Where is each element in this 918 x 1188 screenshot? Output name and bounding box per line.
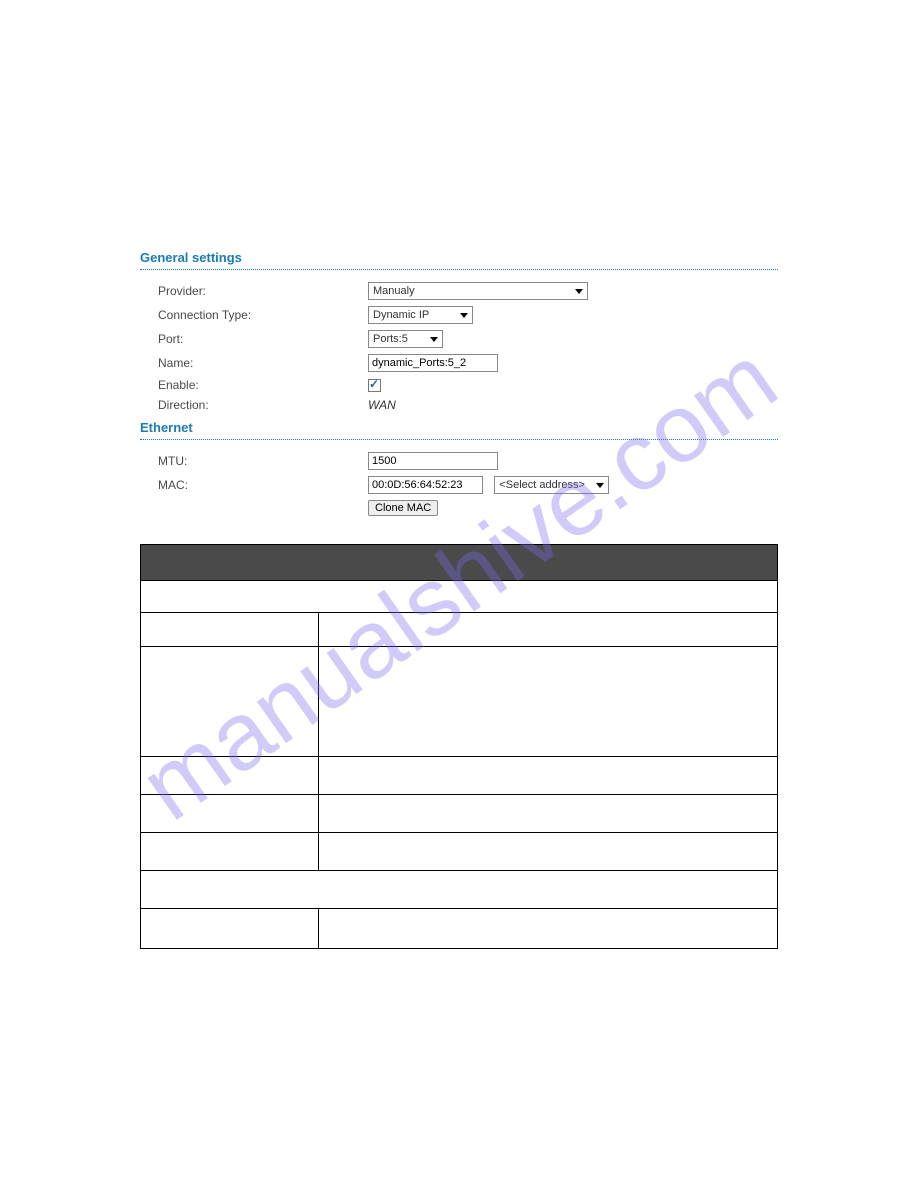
label-mac: MAC: bbox=[158, 478, 368, 492]
table-cell-param bbox=[141, 909, 319, 949]
ethernet-form: MTU: MAC: <Select address> Clone MAC bbox=[140, 452, 778, 516]
table-row bbox=[141, 833, 778, 871]
table-row bbox=[141, 871, 778, 909]
table-row bbox=[141, 581, 778, 613]
table-section-cell bbox=[141, 871, 778, 909]
row-mac: MAC: <Select address> bbox=[158, 476, 778, 494]
label-connection-type: Connection Type: bbox=[158, 308, 368, 322]
table-cell-desc bbox=[319, 757, 778, 795]
clone-mac-button[interactable]: Clone MAC bbox=[368, 500, 438, 516]
parameter-table-wrap bbox=[140, 544, 778, 949]
input-mtu[interactable] bbox=[368, 452, 498, 470]
table-cell-desc bbox=[319, 647, 778, 757]
row-direction: Direction: WAN bbox=[158, 398, 778, 412]
table-col-header-param bbox=[141, 613, 319, 647]
section-ethernet-title: Ethernet bbox=[140, 420, 778, 440]
section-general-title: General settings bbox=[140, 250, 778, 270]
table-cell-desc bbox=[319, 833, 778, 871]
select-port[interactable]: Ports:5 bbox=[368, 330, 443, 348]
label-enable: Enable: bbox=[158, 378, 368, 392]
table-cell-desc bbox=[319, 909, 778, 949]
table-col-header-desc bbox=[319, 613, 778, 647]
table-header-row bbox=[141, 545, 778, 581]
table-cell-desc bbox=[319, 795, 778, 833]
input-name[interactable] bbox=[368, 354, 498, 372]
row-mtu: MTU: bbox=[158, 452, 778, 470]
table-cell-param bbox=[141, 833, 319, 871]
table-row bbox=[141, 795, 778, 833]
table-row bbox=[141, 647, 778, 757]
select-provider[interactable]: Manualy bbox=[368, 282, 588, 300]
table-caption-cell bbox=[141, 581, 778, 613]
table-cell-param bbox=[141, 757, 319, 795]
page-content: General settings Provider: Manualy Conne… bbox=[0, 0, 918, 1049]
label-direction: Direction: bbox=[158, 398, 368, 412]
general-form: Provider: Manualy Connection Type: Dynam… bbox=[140, 282, 778, 412]
row-port: Port: Ports:5 bbox=[158, 330, 778, 348]
table-cell-param bbox=[141, 647, 319, 757]
table-cell-param bbox=[141, 795, 319, 833]
label-port: Port: bbox=[158, 332, 368, 346]
row-provider: Provider: Manualy bbox=[158, 282, 778, 300]
parameter-table bbox=[140, 544, 778, 949]
row-clone-mac: Clone MAC bbox=[158, 500, 778, 516]
row-name: Name: bbox=[158, 354, 778, 372]
value-direction: WAN bbox=[368, 398, 396, 412]
row-enable: Enable: bbox=[158, 378, 778, 392]
table-header-cell bbox=[141, 545, 778, 581]
table-row bbox=[141, 613, 778, 647]
select-connection-type[interactable]: Dynamic IP bbox=[368, 306, 473, 324]
label-mtu: MTU: bbox=[158, 454, 368, 468]
label-name: Name: bbox=[158, 356, 368, 370]
input-mac[interactable] bbox=[368, 476, 483, 494]
select-mac-address[interactable]: <Select address> bbox=[494, 476, 609, 494]
row-connection-type: Connection Type: Dynamic IP bbox=[158, 306, 778, 324]
table-row bbox=[141, 757, 778, 795]
label-provider: Provider: bbox=[158, 284, 368, 298]
checkbox-enable[interactable] bbox=[368, 379, 381, 392]
table-row bbox=[141, 909, 778, 949]
